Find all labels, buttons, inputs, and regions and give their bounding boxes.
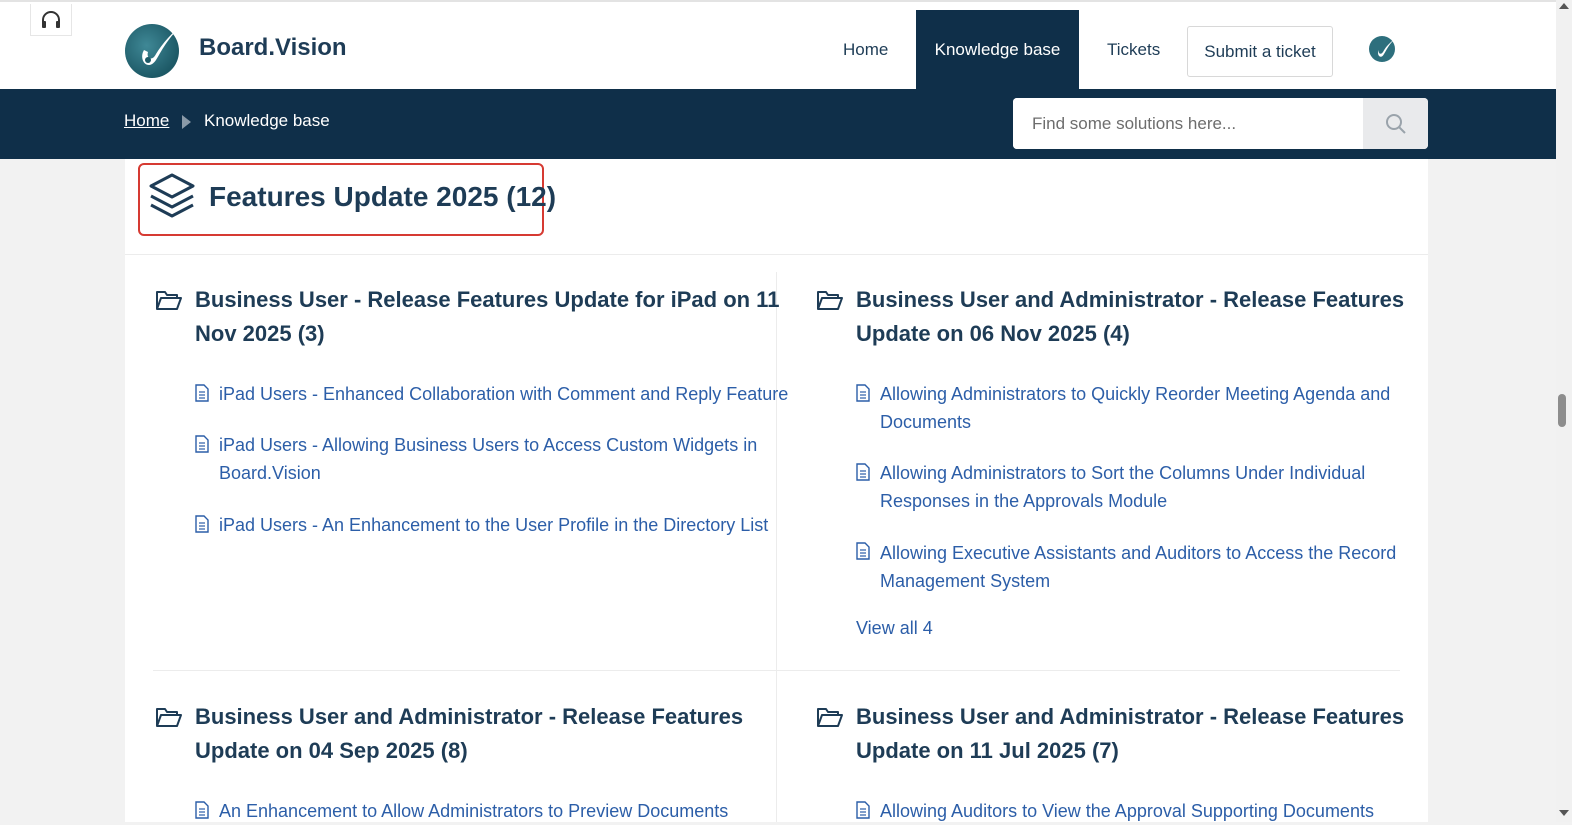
search-button[interactable] [1363,98,1428,149]
folder-title-line: Update on 04 Sep 2025 (8) [195,738,468,763]
submit-ticket-button[interactable]: Submit a ticket [1187,26,1333,77]
user-avatar-icon[interactable] [1368,35,1396,63]
article-link[interactable]: Allowing Auditors to View the Approval S… [880,797,1374,825]
article-line: Allowing Administrators to Quickly Reord… [880,384,1391,404]
column-divider [776,272,777,822]
folder-title-line: Business User and Administrator - Releas… [856,704,1405,729]
search-icon [1385,113,1406,134]
article-link[interactable]: iPad Users - Allowing Business Users to … [219,431,757,487]
document-icon [856,463,870,481]
document-icon [195,384,209,402]
folder-open-icon [817,291,843,310]
scroll-up-arrow-icon[interactable] [1559,3,1569,9]
article-line: Board.Vision [219,463,321,483]
article-line: iPad Users - Enhanced Collaboration with… [219,384,789,404]
folder-title[interactable]: Business User and Administrator - Releas… [856,283,1404,351]
article-link[interactable]: Allowing Executive Assistants and Audito… [880,539,1396,595]
folder-title[interactable]: Business User - Release Features Update … [195,283,779,351]
document-icon [856,542,870,560]
category-header: Features Update 2025 (12) [125,159,1428,255]
article-link[interactable]: An Enhancement to Allow Administrators t… [219,797,728,825]
article-line: Management System [880,571,1051,591]
folder-title-line: Update on 06 Nov 2025 (4) [856,321,1130,346]
category-title[interactable]: Features Update 2025 (12) [209,181,556,213]
article-line: iPad Users - Allowing Business Users to … [219,435,758,455]
folder-title-line: Nov 2025 (3) [195,321,325,346]
top-header: Board.Vision Home Knowledge base Tickets… [0,0,1556,90]
search-input[interactable] [1013,98,1363,149]
article-line: Allowing Administrators to Sort the Colu… [880,463,1366,483]
article-line: Documents [880,412,972,432]
search-box [1013,98,1428,149]
breadcrumb-current: Knowledge base [204,111,330,130]
folder-open-icon [817,708,843,727]
view-all-link[interactable]: View all 4 [856,618,933,639]
headset-icon [42,10,60,28]
document-icon [856,384,870,402]
breadcrumb-home-link[interactable]: Home [124,111,169,131]
article-line: Responses in the Approvals Module [880,491,1168,511]
nav-home[interactable]: Home [843,40,888,60]
article-link[interactable]: iPad Users - Enhanced Collaboration with… [219,380,788,408]
article-line: iPad Users - An Enhancement to the User … [219,515,769,535]
scroll-down-arrow-icon[interactable] [1559,810,1569,816]
folder-title-line: Business User and Administrator - Releas… [195,704,744,729]
support-button[interactable] [30,4,72,36]
scrollbar-thumb[interactable] [1558,394,1566,427]
document-icon [856,801,870,819]
breadcrumb-bar: Home Knowledge base [0,89,1556,159]
nav-tickets[interactable]: Tickets [1107,40,1160,60]
document-icon [195,435,209,453]
article-link[interactable]: Allowing Administrators to Quickly Reord… [880,380,1390,436]
article-line: An Enhancement to Allow Administrators t… [219,801,729,821]
folder-open-icon [156,291,182,310]
article-link[interactable]: Allowing Administrators to Sort the Colu… [880,459,1365,515]
folder-title-line: Business User and Administrator - Releas… [856,287,1405,312]
nav-knowledge-base[interactable]: Knowledge base [916,10,1079,90]
breadcrumb-separator-icon [182,115,191,129]
category-card: Features Update 2025 (12) Business User … [125,159,1428,822]
document-icon [195,801,209,819]
folder-title-line: Update on 11 Jul 2025 (7) [856,738,1119,763]
logo-icon[interactable] [124,20,188,80]
document-icon [195,515,209,533]
article-link[interactable]: iPad Users - An Enhancement to the User … [219,511,768,539]
layers-icon [149,173,195,218]
folder-open-icon [156,708,182,727]
brand-name[interactable]: Board.Vision [199,34,347,62]
row-divider [153,670,1400,671]
page-scrollbar[interactable] [1556,0,1572,822]
article-line: Allowing Auditors to View the Approval S… [880,801,1374,821]
folder-title[interactable]: Business User and Administrator - Releas… [856,700,1404,768]
article-line: Allowing Executive Assistants and Audito… [880,543,1397,563]
folder-title[interactable]: Business User and Administrator - Releas… [195,700,743,768]
folder-title-line: Business User - Release Features Update … [195,287,780,312]
